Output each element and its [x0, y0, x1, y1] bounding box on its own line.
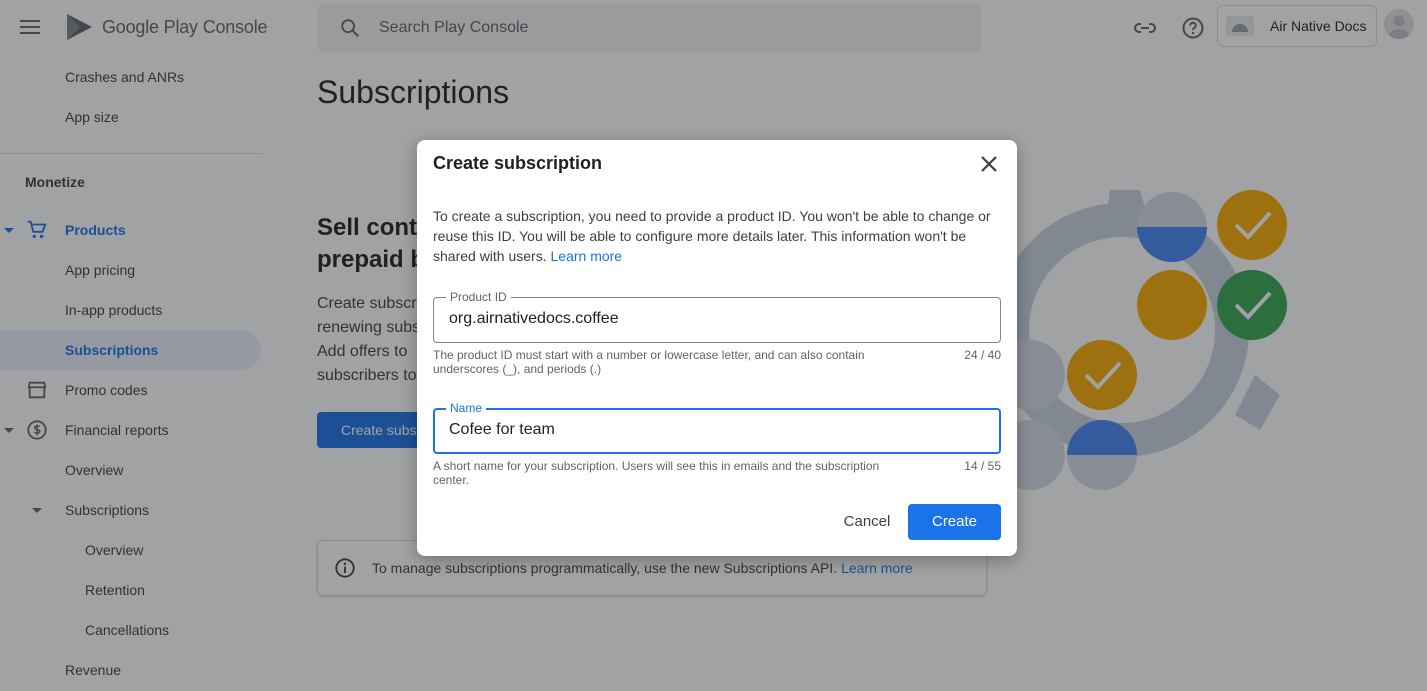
name-field[interactable]: Name — [433, 401, 1001, 454]
cancel-button[interactable]: Cancel — [837, 504, 897, 540]
name-label: Name — [446, 401, 487, 415]
dialog-title: Create subscription — [433, 153, 603, 173]
product-id-input[interactable] — [449, 310, 969, 328]
product-id-label: Product ID — [446, 290, 511, 304]
create-subscription-dialog: Create subscription To create a subscrip… — [417, 140, 1017, 556]
name-counter: 14 / 55 — [964, 459, 1001, 473]
close-icon[interactable] — [977, 152, 1001, 176]
create-button[interactable]: Create — [908, 504, 1001, 540]
name-input[interactable] — [449, 421, 969, 439]
dialog-description-text: To create a subscription, you need to pr… — [433, 208, 991, 264]
product-id-helper: The product ID must start with a number … — [433, 348, 865, 376]
product-id-counter: 24 / 40 — [964, 348, 1001, 362]
dialog-learn-more-link[interactable]: Learn more — [551, 248, 623, 264]
product-id-field[interactable]: Product ID — [433, 290, 1001, 343]
dialog-description: To create a subscription, you need to pr… — [433, 206, 1001, 266]
name-helper: A short name for your subscription. User… — [433, 459, 880, 487]
